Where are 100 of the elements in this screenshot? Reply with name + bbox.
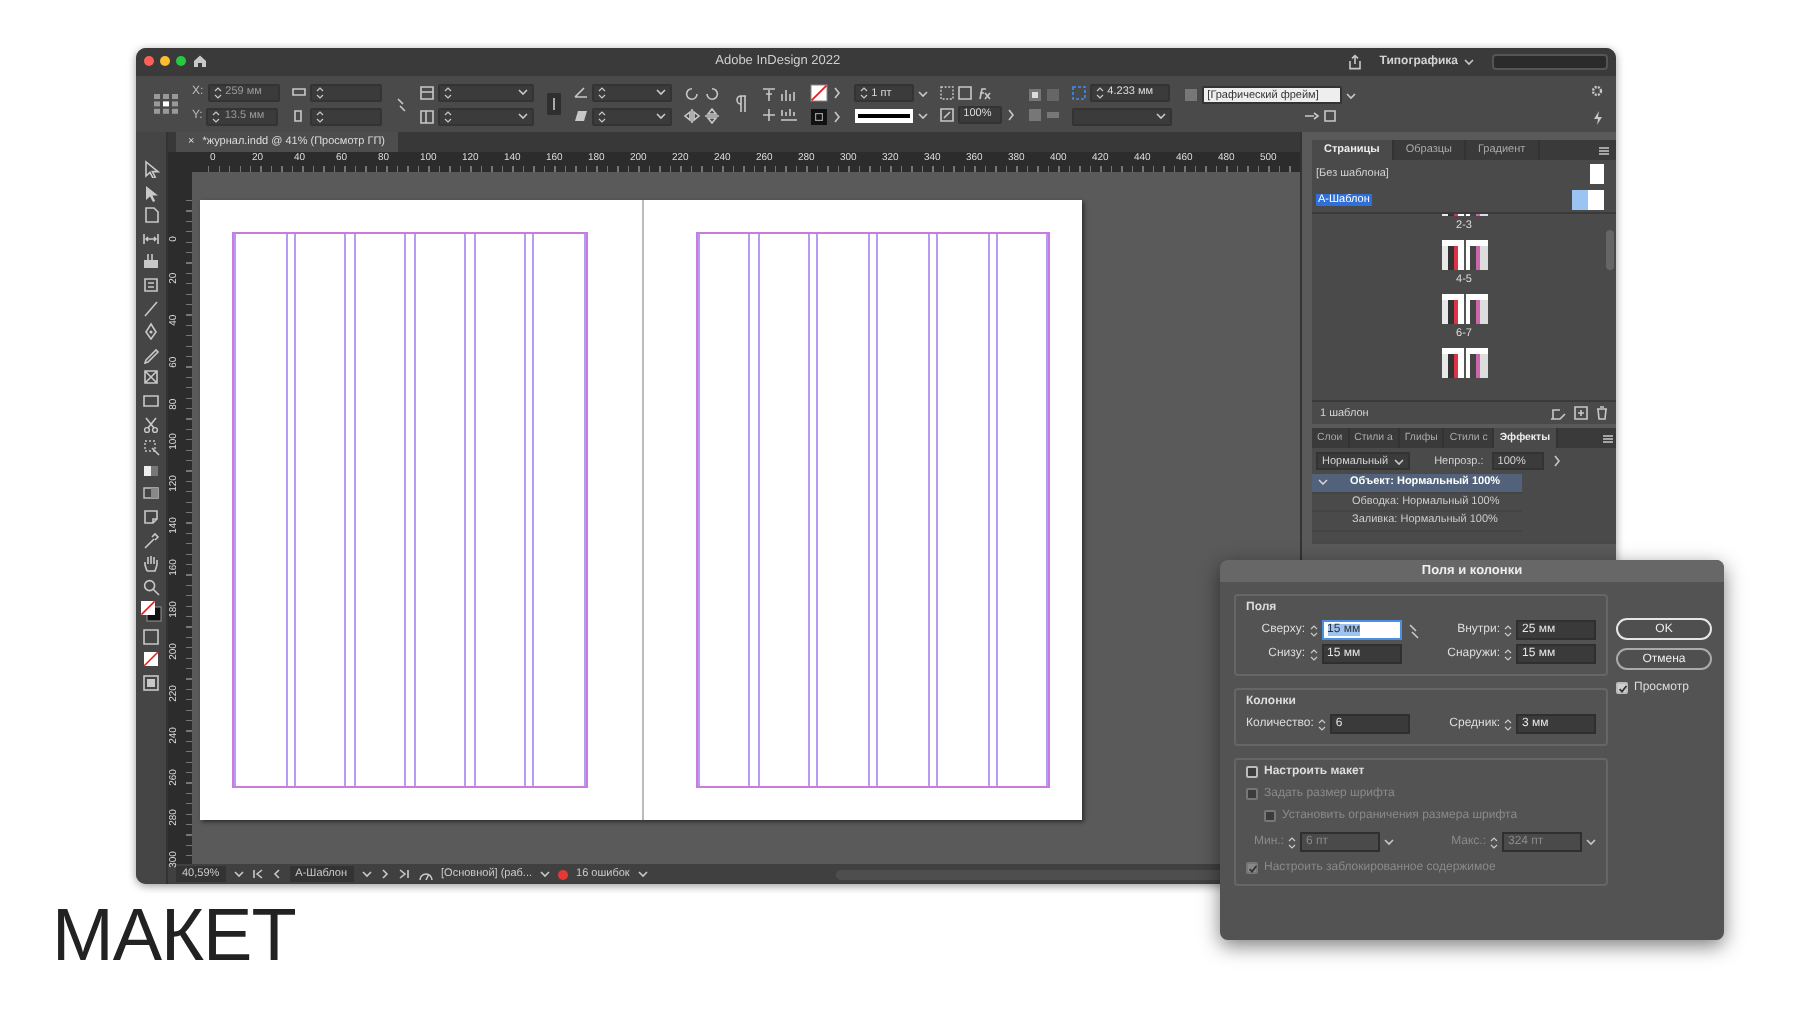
distribute-icon[interactable] (779, 87, 798, 101)
spread-thumbnail[interactable] (1441, 348, 1487, 378)
height-icon[interactable] (291, 110, 306, 122)
chevron-down-icon[interactable] (655, 88, 666, 96)
spinner-icon[interactable] (1309, 623, 1317, 637)
text-wrap-icon[interactable] (1027, 87, 1042, 101)
pencil-icon[interactable] (142, 345, 160, 364)
content-collector-icon[interactable] (142, 252, 160, 271)
previous-page-icon[interactable] (271, 868, 282, 880)
pen-icon[interactable] (142, 322, 160, 341)
last-page-icon[interactable] (397, 868, 410, 880)
eyedropper-icon[interactable] (142, 531, 160, 549)
spinner-icon[interactable] (443, 109, 452, 123)
spinner-icon[interactable] (859, 86, 868, 100)
spinner-icon[interactable] (1317, 717, 1326, 731)
spinner-icon[interactable] (213, 85, 222, 99)
chain-link-icon[interactable] (393, 95, 408, 113)
shear-icon[interactable] (573, 110, 588, 122)
chevron-down-icon[interactable] (917, 89, 928, 97)
stroke-type-field[interactable] (1071, 107, 1172, 125)
spinner-icon[interactable] (1504, 647, 1512, 661)
settings-icon[interactable] (1590, 83, 1604, 97)
frame-fitting-icon[interactable] (939, 85, 954, 99)
chevron-down-icon[interactable] (233, 870, 244, 878)
pilcrow-icon[interactable] (731, 92, 750, 116)
hand-icon[interactable] (142, 554, 160, 573)
width-field[interactable] (309, 83, 382, 101)
vertical-scrollbar[interactable] (1606, 230, 1614, 270)
chevron-down-icon[interactable] (540, 870, 551, 878)
spinner-icon[interactable] (443, 85, 452, 99)
scale-x-icon[interactable] (419, 85, 434, 99)
spinner-icon[interactable] (315, 85, 324, 99)
page-tool-icon[interactable] (142, 206, 160, 225)
line-tool-icon[interactable] (142, 299, 160, 318)
width-icon[interactable] (291, 86, 306, 98)
stroke-style-icon[interactable] (853, 108, 914, 124)
chevron-down-icon[interactable] (517, 112, 528, 120)
height-field[interactable] (309, 107, 382, 125)
chevron-down-icon[interactable] (1394, 457, 1405, 465)
constrain-proportions-icon[interactable] (545, 92, 562, 116)
spinner-icon[interactable] (315, 109, 324, 123)
flip-horizontal-icon[interactable] (683, 107, 700, 123)
spinner-icon[interactable] (1095, 85, 1104, 99)
square-icon[interactable] (957, 85, 972, 99)
chevron-down-icon[interactable] (361, 870, 372, 878)
panel-menu-icon[interactable] (1602, 433, 1614, 443)
next-page-icon[interactable] (379, 868, 390, 880)
align-center-icon[interactable] (761, 107, 776, 121)
distribute-bottom-icon[interactable] (779, 107, 798, 121)
maximize-button[interactable] (176, 56, 186, 66)
checkbox[interactable] (1616, 682, 1628, 694)
shear-field[interactable] (591, 107, 672, 125)
scale-y-icon[interactable] (419, 109, 434, 123)
rectangle-icon[interactable] (142, 391, 160, 410)
chevron-down-icon[interactable] (1155, 112, 1166, 120)
lightning-icon[interactable] (1592, 109, 1604, 125)
search-field[interactable] (1492, 53, 1608, 69)
effects-icon[interactable] (975, 85, 992, 99)
spinner-icon[interactable] (597, 109, 606, 123)
rotate-angle-icon[interactable] (573, 86, 588, 98)
selection-arrow-icon[interactable] (142, 160, 160, 178)
rotate-clockwise-icon[interactable] (683, 85, 700, 101)
direct-selection-icon[interactable] (142, 183, 160, 202)
scale-x-field[interactable] (437, 83, 534, 101)
share-icon[interactable] (1347, 53, 1362, 69)
gradient-swatch-icon[interactable] (142, 461, 160, 480)
rotation-field[interactable] (591, 83, 672, 101)
preflight-icon[interactable] (417, 867, 434, 881)
apply-none-icon[interactable] (142, 650, 160, 669)
trash-icon[interactable] (1596, 406, 1608, 420)
chevron-down-icon[interactable] (917, 112, 928, 120)
scale-icon[interactable] (939, 107, 954, 121)
chevron-down-icon[interactable] (655, 112, 666, 120)
chevron-down-icon[interactable] (517, 88, 528, 96)
chevron-down-icon[interactable] (1384, 838, 1394, 846)
chevron-right-icon[interactable] (1005, 107, 1016, 121)
spinner-icon[interactable] (1309, 647, 1317, 661)
spinner-icon[interactable] (1288, 835, 1296, 849)
spinner-icon[interactable] (1504, 717, 1512, 731)
panel-menu-icon[interactable] (1598, 145, 1610, 155)
stroke-swatch-icon[interactable] (809, 107, 828, 125)
spread-thumbnail[interactable] (1441, 294, 1487, 324)
close-button[interactable] (144, 56, 154, 66)
home-icon[interactable] (192, 54, 208, 68)
spinner-icon[interactable] (212, 109, 221, 123)
fill-stroke-icon[interactable] (140, 600, 162, 623)
chevron-down-icon[interactable] (1464, 57, 1474, 65)
scissors-icon[interactable] (142, 415, 160, 434)
style-override-icon[interactable] (1323, 110, 1340, 122)
spinner-icon[interactable] (597, 85, 606, 99)
frame-icon[interactable] (142, 368, 160, 387)
chevron-down-icon[interactable] (637, 870, 648, 878)
fill-swatch-icon[interactable] (809, 83, 828, 101)
note-icon[interactable] (142, 507, 160, 526)
scale-y-field[interactable] (437, 107, 534, 125)
zoom-icon[interactable] (142, 577, 160, 596)
gap-tool-icon[interactable] (142, 229, 160, 248)
edit-page-size-icon[interactable] (1550, 406, 1566, 420)
chevron-right-icon[interactable] (1551, 454, 1562, 468)
chevron-down-icon[interactable] (1586, 838, 1596, 846)
